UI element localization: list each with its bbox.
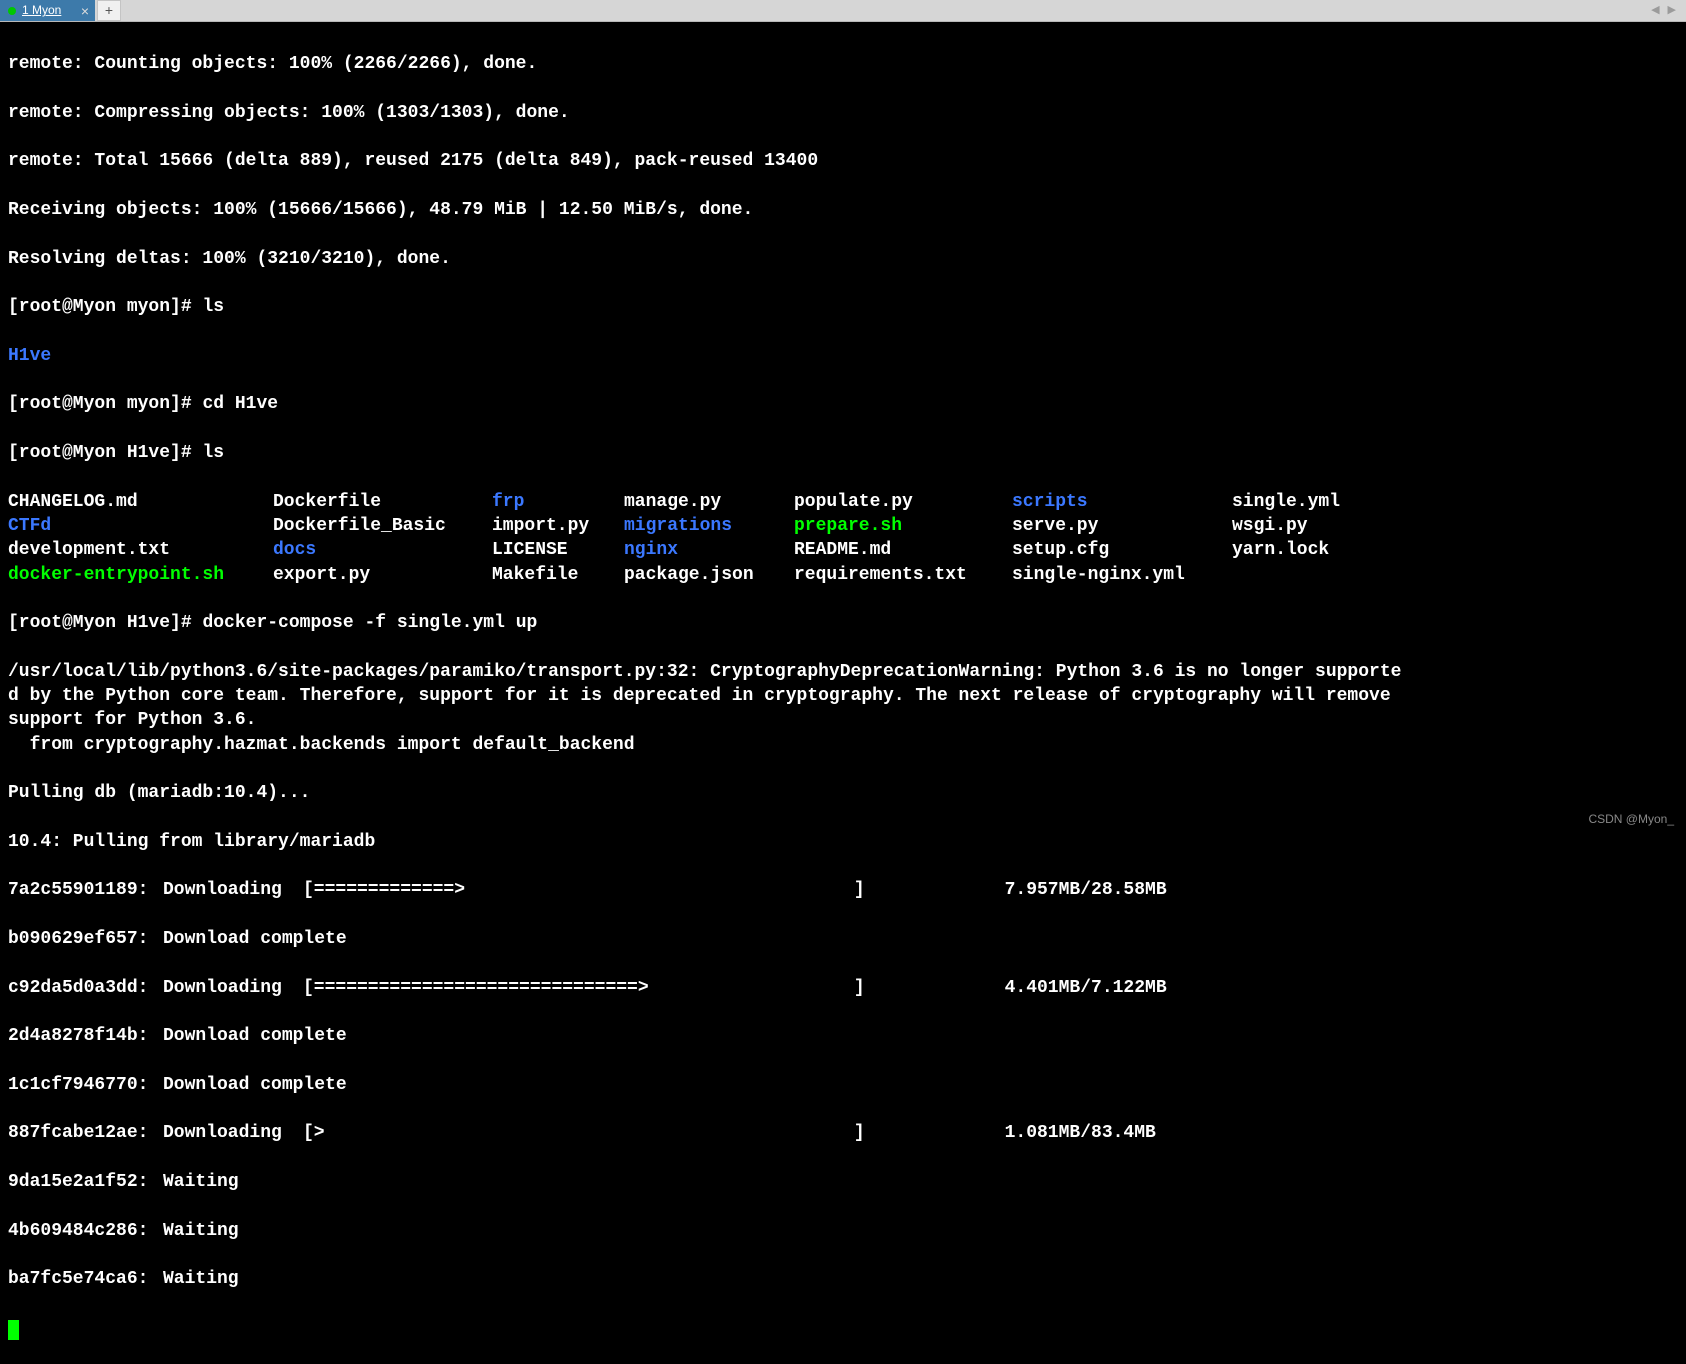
directory: frp	[492, 490, 624, 514]
output-line: remote: Compressing objects: 100% (1303/…	[8, 101, 1678, 125]
file: single-nginx.yml	[1012, 563, 1232, 587]
output-line: Resolving deltas: 100% (3210/3210), done…	[8, 247, 1678, 271]
file: Dockerfile_Basic	[273, 514, 492, 538]
file: wsgi.py	[1232, 514, 1678, 538]
file: requirements.txt	[794, 563, 1012, 587]
layer-progress: ba7fc5e74ca6: Waiting	[8, 1267, 1678, 1291]
output-line: remote: Total 15666 (delta 889), reused …	[8, 149, 1678, 173]
directory: CTFd	[8, 514, 273, 538]
prompt-line: [root@Myon myon]# ls	[8, 295, 1678, 319]
file: LICENSE	[492, 538, 624, 562]
cursor	[8, 1320, 19, 1340]
tab-active[interactable]: 1 Myon ×	[0, 0, 95, 21]
layer-progress: 4b609484c286: Waiting	[8, 1219, 1678, 1243]
file: serve.py	[1012, 514, 1232, 538]
file: populate.py	[794, 490, 1012, 514]
output-line: Pulling db (mariadb:10.4)...	[8, 781, 1678, 805]
connection-status-icon	[8, 7, 16, 15]
chevron-left-icon[interactable]: ◀	[1651, 3, 1659, 18]
ls-output: H1ve	[8, 344, 1678, 368]
tab-label: 1 Myon	[22, 2, 61, 18]
executable: prepare.sh	[794, 514, 1012, 538]
file: development.txt	[8, 538, 273, 562]
file: Dockerfile	[273, 490, 492, 514]
file: import.py	[492, 514, 624, 538]
prompt: [root@Myon myon]#	[8, 394, 202, 414]
file: export.py	[273, 563, 492, 587]
file: Makefile	[492, 563, 624, 587]
file: CHANGELOG.md	[8, 490, 273, 514]
file	[1232, 563, 1678, 587]
file: single.yml	[1232, 490, 1678, 514]
tab-nav-arrows: ◀ ▶	[1651, 0, 1686, 21]
layer-progress: b090629ef657: Download complete	[8, 927, 1678, 951]
executable: docker-entrypoint.sh	[8, 563, 273, 587]
layer-progress: 1c1cf7946770: Download complete	[8, 1073, 1678, 1097]
directory: nginx	[624, 538, 794, 562]
prompt: [root@Myon H1ve]#	[8, 613, 202, 633]
prompt-line: [root@Myon H1ve]# ls	[8, 441, 1678, 465]
prompt-line: [root@Myon H1ve]# docker-compose -f sing…	[8, 611, 1678, 635]
output-line: Receiving objects: 100% (15666/15666), 4…	[8, 198, 1678, 222]
output-line: 10.4: Pulling from library/mariadb	[8, 830, 1678, 854]
directory: scripts	[1012, 490, 1232, 514]
layer-progress: 7a2c55901189: Downloading[=============>…	[8, 878, 1678, 902]
file: yarn.lock	[1232, 538, 1678, 562]
watermark: CSDN @Myon_	[1588, 811, 1674, 827]
prompt: [root@Myon myon]#	[8, 297, 202, 317]
file: setup.cfg	[1012, 538, 1232, 562]
layer-progress: 2d4a8278f14b: Download complete	[8, 1024, 1678, 1048]
terminal[interactable]: remote: Counting objects: 100% (2266/226…	[0, 22, 1686, 833]
command: ls	[202, 297, 224, 317]
prompt: [root@Myon H1ve]#	[8, 443, 202, 463]
layer-progress: c92da5d0a3dd: Downloading[==============…	[8, 976, 1678, 1000]
directory: migrations	[624, 514, 794, 538]
command: ls	[202, 443, 224, 463]
ls-output-grid: CHANGELOG.md Dockerfile frp manage.py po…	[8, 490, 1678, 587]
directory: docs	[273, 538, 492, 562]
close-icon[interactable]: ×	[81, 4, 89, 18]
output-line: /usr/local/lib/python3.6/site-packages/p…	[8, 660, 1678, 757]
file: package.json	[624, 563, 794, 587]
file: README.md	[794, 538, 1012, 562]
chevron-right-icon[interactable]: ▶	[1668, 3, 1676, 18]
command: cd H1ve	[202, 394, 278, 414]
layer-progress: 887fcabe12ae: Downloading[> ] 1.081MB/83…	[8, 1121, 1678, 1145]
tab-bar: 1 Myon × + ◀ ▶	[0, 0, 1686, 22]
output-line: remote: Counting objects: 100% (2266/226…	[8, 52, 1678, 76]
layer-progress: 9da15e2a1f52: Waiting	[8, 1170, 1678, 1194]
file: manage.py	[624, 490, 794, 514]
new-tab-button[interactable]: +	[97, 0, 121, 21]
command: docker-compose -f single.yml up	[202, 613, 537, 633]
prompt-line: [root@Myon myon]# cd H1ve	[8, 392, 1678, 416]
